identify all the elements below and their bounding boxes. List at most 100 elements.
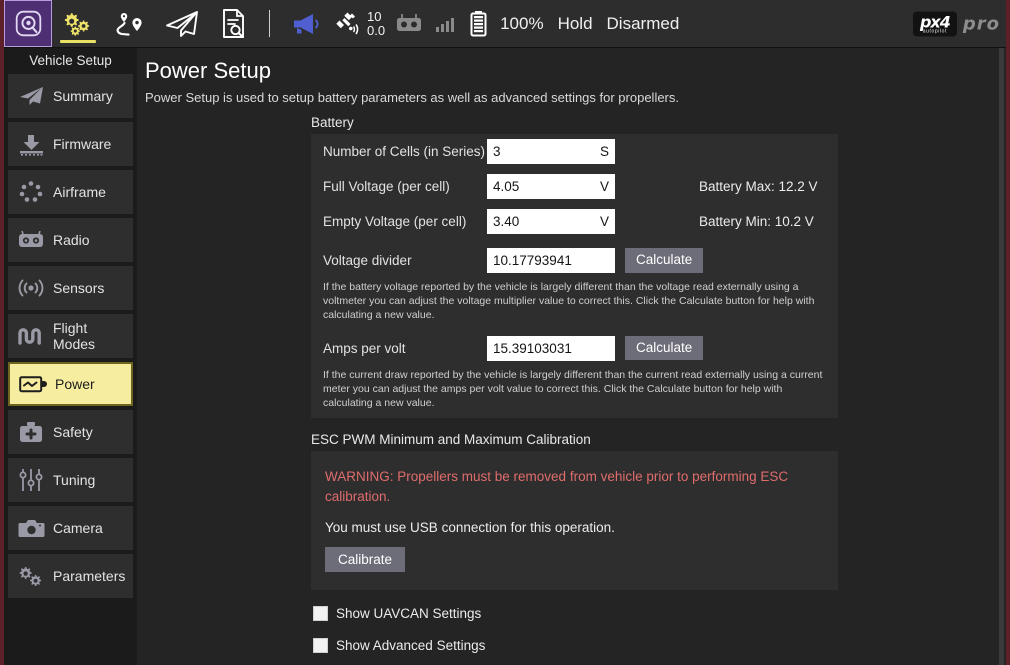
sidebar-item-power[interactable]: Power — [8, 362, 133, 406]
show-advanced-row[interactable]: Show Advanced Settings — [311, 630, 1006, 653]
show-uavcan-row[interactable]: Show UAVCAN Settings — [311, 598, 1006, 621]
safety-kit-icon — [16, 419, 46, 445]
cells-input[interactable]: 3 S — [487, 139, 615, 164]
battery-section-label: Battery — [311, 115, 1006, 130]
full-voltage-row: Full Voltage (per cell) 4.05 V Battery M… — [311, 169, 838, 204]
show-uavcan-label: Show UAVCAN Settings — [336, 606, 481, 621]
power-setup-page: Power Setup Power Setup is used to setup… — [137, 48, 1006, 665]
amps-per-volt-row: Amps per volt 15.39103031 Calculate — [311, 331, 838, 366]
flight-modes-icon — [16, 323, 46, 349]
voltage-divider-calculate-button[interactable]: Calculate — [625, 248, 703, 273]
main-toolbar: 10 0.0 — [4, 0, 1006, 48]
content-area: Vehicle Setup Summary — [4, 48, 1006, 665]
battery-panel: Number of Cells (in Series) 3 S Full Vol… — [311, 134, 838, 418]
sidebar-item-safety[interactable]: Safety — [8, 410, 133, 454]
camera-icon — [16, 515, 46, 541]
gps-hdop-value: 0.0 — [367, 24, 385, 38]
empty-voltage-label: Empty Voltage (per cell) — [323, 214, 487, 229]
rc-transmitter-icon — [395, 13, 423, 35]
px4-logo-sub: autopilot — [923, 29, 947, 34]
firmware-download-icon — [16, 131, 46, 157]
calibrate-button-wrap: Calibrate — [311, 535, 838, 572]
battery-status-button[interactable]: 100% — [463, 0, 550, 47]
plan-button[interactable] — [104, 0, 156, 47]
gps-satellite-count: 10 — [367, 10, 385, 24]
sidebar-item-summary[interactable]: Summary — [8, 74, 133, 118]
sidebar-item-camera[interactable]: Camera — [8, 506, 133, 550]
sidebar-item-label: Sensors — [53, 280, 104, 296]
rc-status-button[interactable] — [389, 0, 429, 47]
amps-per-volt-calculate-button[interactable]: Calculate — [625, 336, 703, 361]
empty-voltage-row: Empty Voltage (per cell) 3.40 V Battery … — [311, 204, 838, 239]
gps-status-button[interactable]: 10 0.0 — [331, 0, 389, 47]
vehicle-setup-button[interactable] — [52, 0, 104, 47]
arm-state-label[interactable]: Disarmed — [600, 0, 687, 47]
px4-pro-suffix: pro — [963, 13, 1000, 34]
analyze-document-icon — [219, 8, 249, 39]
voltage-divider-input[interactable]: 10.17793941 — [487, 248, 615, 273]
sidebar-item-label: Radio — [53, 232, 90, 248]
esc-calibration-panel: WARNING: Propellers must be removed from… — [311, 451, 838, 590]
battery-percent-label: 100% — [493, 14, 550, 34]
amps-per-volt-input[interactable]: 15.39103031 — [487, 336, 615, 361]
empty-voltage-input[interactable]: 3.40 V — [487, 209, 615, 234]
analyze-button[interactable] — [208, 0, 260, 47]
scrollbar-thumb[interactable] — [999, 48, 1004, 665]
battery-power-icon — [18, 371, 48, 397]
sidebar-item-tuning[interactable]: Tuning — [8, 458, 133, 502]
gps-readout: 10 0.0 — [367, 10, 385, 37]
megaphone-icon — [290, 11, 320, 37]
tuning-sliders-icon — [16, 467, 46, 493]
sidebar-item-firmware[interactable]: Firmware — [8, 122, 133, 166]
amps-per-volt-value: 15.39103031 — [493, 341, 572, 356]
voltage-divider-row: Voltage divider 10.17793941 Calculate — [311, 239, 838, 278]
esc-section-label: ESC PWM Minimum and Maximum Calibration — [311, 432, 1006, 447]
cells-label: Number of Cells (in Series) — [323, 144, 487, 159]
fly-button[interactable] — [156, 0, 208, 47]
sidebar-item-label: Power — [55, 376, 95, 392]
show-uavcan-checkbox[interactable] — [313, 606, 328, 621]
sidebar-item-label: Firmware — [53, 136, 111, 152]
sidebar-item-airframe[interactable]: Airframe — [8, 170, 133, 214]
battery-icon — [469, 10, 488, 37]
sidebar-item-label: Flight Modes — [53, 320, 133, 352]
satellite-icon — [335, 10, 363, 37]
airframe-rotors-icon — [16, 179, 46, 205]
full-voltage-input[interactable]: 4.05 V — [487, 174, 615, 199]
voltage-divider-help-text: If the battery voltage reported by the v… — [311, 278, 838, 331]
full-voltage-label: Full Voltage (per cell) — [323, 179, 487, 194]
toolbar-separator — [269, 10, 270, 37]
vehicle-setup-sidebar: Vehicle Setup Summary — [4, 48, 137, 665]
signal-bars-icon — [435, 14, 457, 34]
parameters-gears-icon — [16, 563, 46, 589]
telemetry-signal-button[interactable] — [429, 0, 463, 47]
full-voltage-unit: V — [600, 179, 609, 194]
qgc-home-button[interactable] — [4, 0, 52, 47]
flight-mode-selector[interactable]: Hold — [551, 0, 600, 47]
messages-button[interactable] — [279, 0, 331, 47]
vertical-scrollbar[interactable] — [999, 48, 1004, 665]
sidebar-item-label: Camera — [53, 520, 103, 536]
amps-per-volt-label: Amps per volt — [323, 341, 487, 356]
qgroundcontrol-window: 10 0.0 — [0, 0, 1010, 665]
cells-value: 3 — [493, 144, 501, 159]
voltage-divider-value: 10.17793941 — [493, 253, 572, 268]
sidebar-item-flight-modes[interactable]: Flight Modes — [8, 314, 133, 358]
fly-plane-icon — [164, 9, 200, 39]
sidebar-item-parameters[interactable]: Parameters — [8, 554, 133, 598]
active-tab-underline — [60, 40, 96, 43]
amps-per-volt-help-text: If the current draw reported by the vehi… — [311, 366, 838, 419]
sidebar-item-sensors[interactable]: Sensors — [8, 266, 133, 310]
show-advanced-checkbox[interactable] — [313, 638, 328, 653]
page-description: Power Setup is used to setup battery par… — [143, 86, 1006, 115]
sidebar-item-radio[interactable]: Radio — [8, 218, 133, 262]
sidebar-title: Vehicle Setup — [8, 48, 133, 74]
calibrate-button[interactable]: Calibrate — [325, 547, 405, 572]
sensors-waves-icon — [16, 275, 46, 301]
sidebar-item-label: Tuning — [53, 472, 95, 488]
sidebar-item-label: Parameters — [53, 568, 125, 584]
full-voltage-value: 4.05 — [493, 179, 519, 194]
sidebar-item-label: Airframe — [53, 184, 106, 200]
px4-pro-logo: px4 autopilot pro — [913, 11, 1000, 36]
page-title: Power Setup — [143, 48, 1006, 86]
